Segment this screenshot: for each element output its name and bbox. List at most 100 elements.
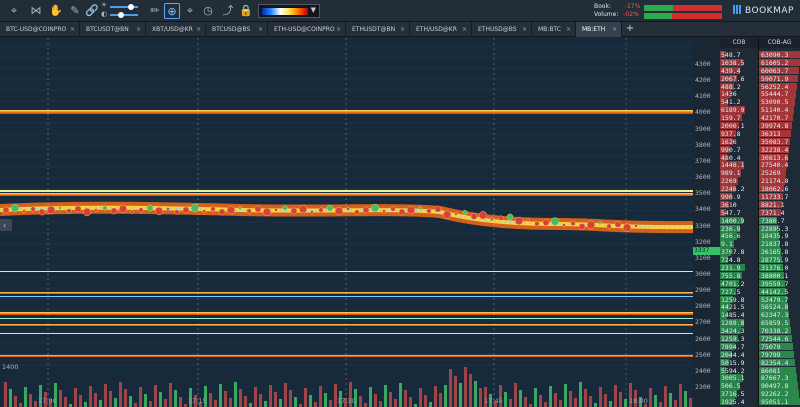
volume-bar — [139, 387, 142, 407]
tab-ethusd-bs[interactable]: ETHUSD@BS × — [472, 22, 532, 37]
volume-bar — [284, 383, 287, 407]
cob-ag-value: 70338.2 — [761, 327, 789, 336]
zoom-fit-icon[interactable]: ⊕ — [164, 3, 180, 19]
link-icon[interactable]: 🔗 — [84, 3, 100, 19]
cob-ag-value: 75079 — [761, 342, 781, 351]
price-tick-label: 3600 — [695, 173, 711, 182]
volume-bar — [179, 397, 182, 407]
volume-bar — [524, 397, 527, 407]
cursor-icon[interactable]: ⌖ — [182, 3, 198, 19]
cob-ag-value: 35083.7 — [761, 137, 789, 146]
trade-bubble — [66, 208, 72, 214]
pen-icon[interactable]: ✏ — [147, 3, 163, 19]
timer-icon[interactable]: ◷ — [200, 3, 216, 19]
trade-bubble — [462, 209, 468, 215]
volume-bar — [409, 397, 412, 407]
price-tick-label: 3000 — [695, 269, 711, 278]
close-icon[interactable]: × — [196, 22, 201, 37]
hand-tool-icon[interactable]: ✋ — [48, 3, 64, 19]
trade-bubble — [534, 221, 540, 227]
volume-bar — [59, 390, 62, 407]
tab-mb-btc[interactable]: MB:BTC × — [532, 22, 576, 37]
volume-bar — [119, 382, 122, 407]
volume-bar — [114, 398, 117, 407]
volume-bar — [549, 386, 552, 407]
tab-ethusdt-bn[interactable]: ETHUSDT@BN × — [346, 22, 410, 37]
contrast-slider[interactable] — [110, 14, 138, 16]
close-icon[interactable]: × — [258, 22, 263, 37]
tab-btc-usd-coinpro[interactable]: BTC-USD@COINPRO × — [0, 22, 80, 37]
volume-bar — [134, 403, 137, 407]
trade-bubble — [238, 206, 242, 210]
volume-bar — [384, 385, 387, 407]
volume-bar — [659, 402, 662, 407]
add-tab-button[interactable]: + — [624, 22, 636, 37]
volume-bar — [324, 393, 327, 407]
volume-bar — [229, 398, 232, 407]
cob-ag-value: 56252.4 — [761, 82, 789, 91]
cob-ag-value: 63090.3 — [761, 51, 789, 59]
close-icon[interactable]: × — [336, 22, 341, 37]
close-icon[interactable]: × — [400, 22, 405, 37]
volume-label: Volume: — [594, 11, 619, 18]
cob-value: 2000.1 — [721, 122, 745, 130]
volume-bar — [244, 396, 247, 407]
tab-label: BTC-USD@COINPRO — [6, 26, 67, 33]
tab-xbt-usd-kr[interactable]: XBT/USD@KR × — [146, 22, 206, 37]
tab-eth-usd-coinpro[interactable]: ETH-USD@COINPRO × — [268, 22, 346, 37]
cob-value: 5594.2 — [721, 366, 745, 375]
tab-btcusdt-bn[interactable]: BTCUSDT@BN × — [80, 22, 146, 37]
brightness-slider-thumb[interactable] — [128, 4, 134, 10]
price-axis[interactable]: 4300 4200 4100 4000 3900 3800 3700 3600 3500 3400… — [693, 38, 720, 407]
heatmap-chart[interactable]: ‹ 1400 — [0, 38, 693, 407]
volume-bar — [539, 395, 542, 407]
volume-imbalance-meter — [644, 13, 722, 19]
close-icon[interactable]: × — [566, 22, 571, 37]
close-icon[interactable]: × — [70, 22, 75, 37]
cob-value: 2248.2 — [721, 185, 745, 194]
close-icon[interactable]: × — [612, 22, 617, 37]
contrast-slider-thumb[interactable] — [118, 12, 124, 18]
cob-value: 506.5 — [721, 382, 741, 391]
bookmap-logo-icon — [733, 5, 742, 14]
volume-bar — [19, 403, 22, 407]
tab-btcusd-bs[interactable]: BTCUSD@BS × — [206, 22, 268, 37]
trade-bubble — [102, 205, 108, 211]
cob-value: 1925.4 — [721, 398, 745, 407]
cob-value: 1038.5 — [721, 58, 745, 67]
cob-value: 439.4 — [721, 66, 741, 75]
cob-ag-value: 18062.6 — [761, 185, 789, 194]
crosshair-target-icon[interactable]: ⌖ — [6, 3, 22, 19]
close-icon[interactable]: × — [522, 22, 527, 37]
close-icon[interactable]: × — [136, 22, 141, 37]
cob-ag-value: 36313 — [761, 129, 781, 138]
cob-value: 3610 — [721, 200, 737, 209]
trade-bubble — [622, 223, 632, 232]
close-icon[interactable]: × — [462, 22, 467, 37]
cob-ag-value: 90497.8 — [761, 382, 789, 391]
cob-value: 1259.8 — [721, 295, 745, 304]
trade-bubble — [354, 209, 360, 215]
cob-ag-value: 21174.8 — [761, 177, 789, 186]
pin-icon[interactable]: ✎ — [67, 3, 83, 19]
heatmap-canvas: ‹ — [0, 38, 693, 407]
cob-ag-value: 62347.3 — [761, 311, 789, 320]
volume-bar — [364, 403, 367, 407]
book-stat: Book: -17% — [594, 3, 640, 10]
trend-icon[interactable]: ⤴ — [220, 3, 236, 19]
cob-ag-value: 28775.9 — [761, 256, 789, 265]
share-icon[interactable]: ⋈ — [28, 3, 44, 19]
book-value: -17% — [624, 3, 641, 10]
tab-label: ETHUSDT@BN — [352, 26, 396, 33]
trade-bubble — [570, 220, 576, 226]
cob-value: 2044.4 — [721, 350, 745, 359]
volume-bar — [159, 392, 162, 407]
lock-icon[interactable]: 🔒 — [238, 3, 254, 19]
tab-mb-eth[interactable]: MB:ETH × — [576, 22, 622, 37]
time-label: 17:00 — [38, 397, 57, 405]
heatmap-color-selector[interactable]: ▼ — [258, 4, 320, 18]
cob-ag-value: 22895.3 — [761, 224, 789, 233]
volume-bar — [564, 384, 567, 407]
tab-eth-usd-kr[interactable]: ETH/USD@KR × — [410, 22, 472, 37]
trade-bubble — [246, 208, 252, 214]
